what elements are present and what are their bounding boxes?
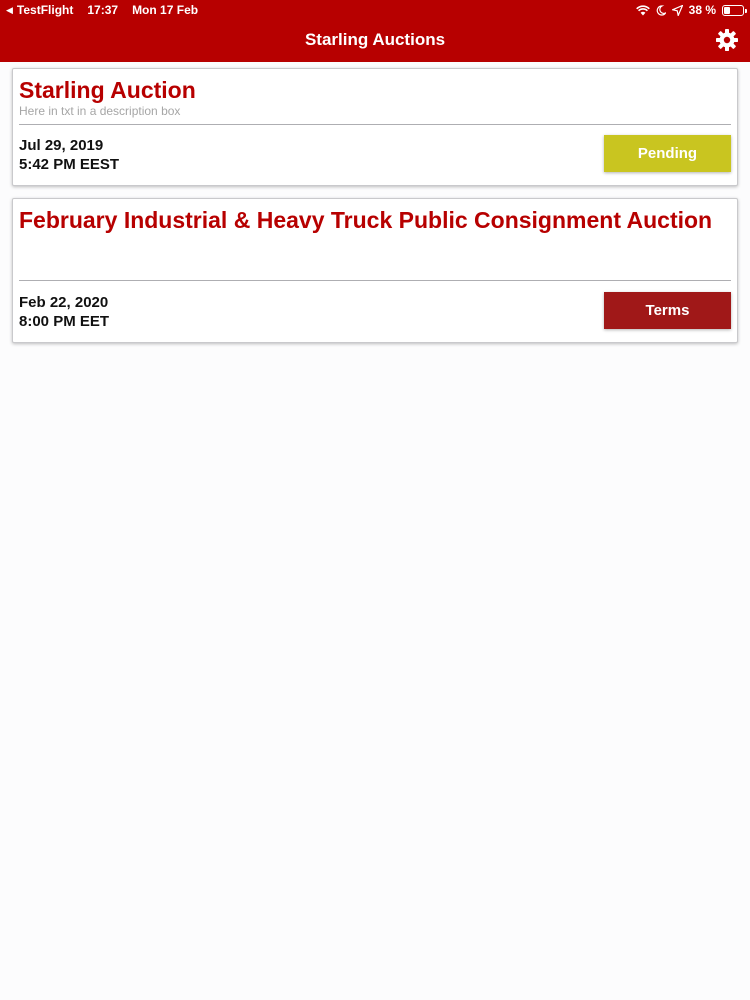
- auction-time: 8:00 PM EET: [19, 313, 110, 330]
- status-time: 17:37: [87, 3, 119, 17]
- status-bar: ◀ TestFlight 17:37 Mon 17 Feb 38 %: [0, 0, 750, 20]
- pending-button[interactable]: Pending: [604, 135, 731, 172]
- wifi-icon: [635, 4, 650, 15]
- divider: [19, 124, 731, 125]
- auction-title: February Industrial & Heavy Truck Public…: [19, 207, 713, 233]
- battery-fill: [724, 6, 730, 14]
- gear-icon[interactable]: [715, 28, 739, 52]
- battery-icon: [722, 4, 747, 16]
- terms-button[interactable]: Terms: [604, 292, 731, 329]
- auction-title: Starling Auction: [19, 77, 196, 103]
- auction-card[interactable]: Starling Auction Here in txt in a descri…: [12, 68, 738, 186]
- auction-date: Feb 22, 2020: [19, 294, 109, 311]
- auction-description: Here in txt in a description box: [19, 104, 181, 118]
- auction-time: 5:42 PM EEST: [19, 156, 120, 173]
- battery-percent: 38 %: [688, 3, 716, 17]
- auction-datetime: Feb 22, 2020 8:00 PM EET: [19, 293, 109, 331]
- page-title: Starling Auctions: [304, 30, 446, 49]
- auction-date: Jul 29, 2019: [19, 137, 104, 154]
- moon-icon: [656, 4, 666, 16]
- auction-datetime: Jul 29, 2019 5:42 PM EEST: [19, 136, 119, 174]
- location-icon: [671, 4, 683, 16]
- divider: [19, 280, 731, 281]
- navigation-bar: ◀ TestFlight 17:37 Mon 17 Feb 38 % Starl…: [0, 0, 750, 62]
- back-app-label[interactable]: TestFlight: [17, 3, 73, 17]
- back-arrow-icon[interactable]: ◀: [6, 5, 13, 16]
- status-date: Mon 17 Feb: [132, 3, 199, 17]
- auction-card[interactable]: February Industrial & Heavy Truck Public…: [12, 198, 738, 343]
